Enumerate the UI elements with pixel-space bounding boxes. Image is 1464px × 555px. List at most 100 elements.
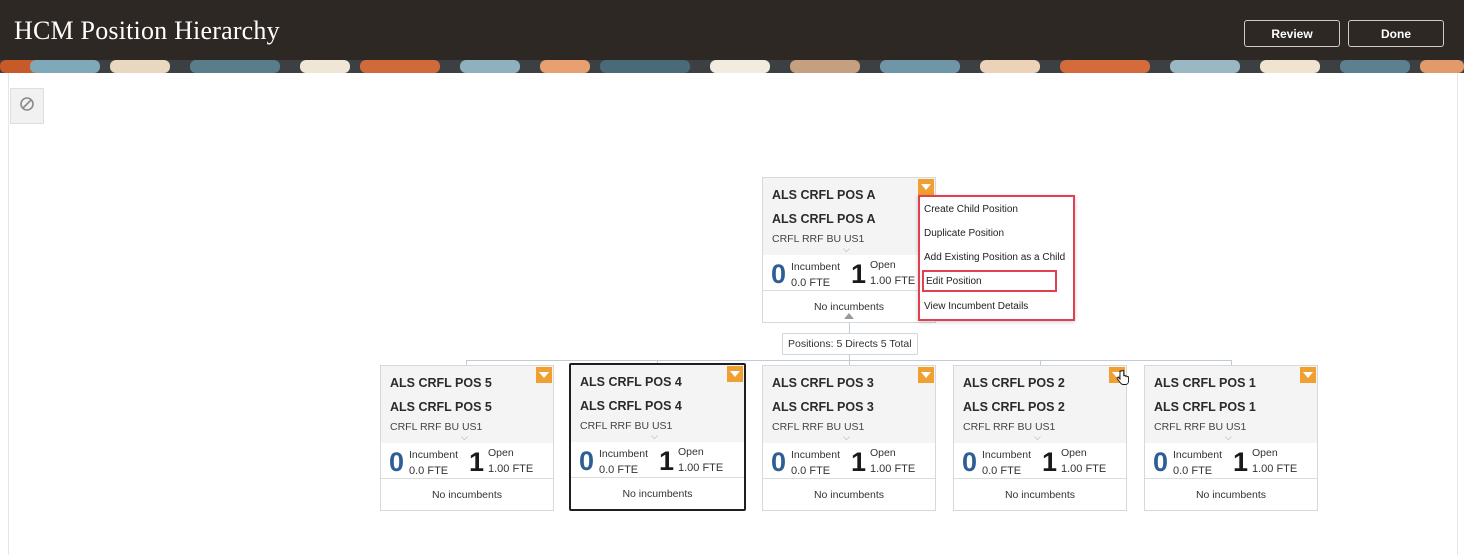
incumbents-footer[interactable]: No incumbents: [381, 478, 553, 510]
card-title: ALS CRFL POS A: [772, 188, 876, 202]
incumbent-label: Incumbent: [409, 449, 459, 461]
open-fte: 1.00 FTE: [488, 463, 534, 475]
open-fte: 1.00 FTE: [1061, 463, 1107, 475]
open-label: Open: [870, 259, 896, 271]
card-header-area: ALS CRFL POS A ALS CRFL POS A CRFL RRF B…: [763, 178, 935, 255]
child-position-card[interactable]: ALS CRFL POS 1 ALS CRFL POS 1 CRFL RRF B…: [1144, 365, 1318, 511]
chevron-down-icon[interactable]: ⌵: [1034, 432, 1041, 443]
incumbent-count: 0: [771, 447, 787, 477]
card-stats: 0 Incumbent 0.0 FTE 1 Open 1.00 FTE: [1145, 443, 1317, 480]
app-header: HCM Position Hierarchy Review Done: [0, 0, 1464, 73]
menu-item-add-existing-position[interactable]: Add Existing Position as a Child: [924, 252, 1065, 263]
card-title: ALS CRFL POS 5: [390, 376, 492, 390]
incumbent-label: Incumbent: [982, 449, 1032, 461]
incumbent-fte: 0.0 FTE: [791, 465, 831, 477]
positions-summary-badge[interactable]: Positions: 5 Directs 5 Total: [782, 333, 918, 355]
position-name: ALS CRFL POS 4: [580, 399, 682, 413]
open-label: Open: [1061, 447, 1087, 459]
open-fte: 1.00 FTE: [678, 462, 724, 474]
open-fte: 1.00 FTE: [870, 463, 916, 475]
card-header-area: ALS CRFL POS 3 ALS CRFL POS 3 CRFL RRF B…: [763, 366, 935, 443]
position-name: ALS CRFL POS 1: [1154, 400, 1256, 414]
page-title: HCM Position Hierarchy: [14, 16, 280, 45]
menu-item-edit-position[interactable]: Edit Position: [922, 270, 1057, 292]
business-unit: CRFL RRF BU US1: [772, 233, 865, 245]
incumbent-fte: 0.0 FTE: [982, 465, 1022, 477]
position-name: ALS CRFL POS 2: [963, 400, 1065, 414]
business-unit: CRFL RRF BU US1: [580, 420, 673, 432]
card-title: ALS CRFL POS 2: [963, 376, 1065, 390]
card-menu-button[interactable]: [536, 367, 552, 383]
card-header-area: ALS CRFL POS 1 ALS CRFL POS 1 CRFL RRF B…: [1145, 366, 1317, 443]
incumbents-footer[interactable]: No incumbents: [954, 478, 1126, 510]
business-unit: CRFL RRF BU US1: [963, 421, 1056, 433]
reset-view-button[interactable]: [10, 88, 44, 124]
incumbent-label: Incumbent: [791, 261, 841, 273]
business-unit: CRFL RRF BU US1: [1154, 421, 1247, 433]
open-count: 1: [659, 446, 675, 476]
incumbent-label: Incumbent: [791, 449, 841, 461]
incumbents-footer[interactable]: No incumbents: [571, 477, 744, 509]
child-position-card[interactable]: ALS CRFL POS 3 ALS CRFL POS 3 CRFL RRF B…: [762, 365, 936, 511]
card-title: ALS CRFL POS 4: [580, 375, 682, 389]
card-title: ALS CRFL POS 1: [1154, 376, 1256, 390]
menu-item-duplicate-position[interactable]: Duplicate Position: [924, 228, 1004, 239]
collapse-caret-icon[interactable]: [844, 313, 854, 319]
business-unit: CRFL RRF BU US1: [772, 421, 865, 433]
menu-item-create-child-position[interactable]: Create Child Position: [924, 204, 1018, 215]
chevron-down-icon[interactable]: ⌵: [1225, 432, 1232, 443]
incumbent-count: 0: [1153, 447, 1169, 477]
child-position-card[interactable]: ALS CRFL POS 2 ALS CRFL POS 2 CRFL RRF B…: [953, 365, 1127, 511]
child-position-card[interactable]: ALS CRFL POS 5 ALS CRFL POS 5 CRFL RRF B…: [380, 365, 554, 511]
menu-item-view-incumbent-details[interactable]: View Incumbent Details: [924, 301, 1028, 312]
incumbent-count: 0: [579, 446, 595, 476]
card-header-area: ALS CRFL POS 4 ALS CRFL POS 4 CRFL RRF B…: [571, 365, 744, 442]
open-fte: 1.00 FTE: [1252, 463, 1298, 475]
position-name: ALS CRFL POS A: [772, 212, 876, 226]
done-button[interactable]: Done: [1348, 20, 1444, 47]
open-label: Open: [1252, 447, 1278, 459]
card-menu-button[interactable]: [1300, 367, 1316, 383]
card-stats: 0 Incumbent 0.0 FTE 1 Open 1.00 FTE: [954, 443, 1126, 480]
chevron-down-icon[interactable]: ⌵: [461, 432, 468, 443]
review-button[interactable]: Review: [1244, 20, 1340, 47]
card-stats: 0 Incumbent 0.0 FTE 1 Open 1.00 FTE: [571, 442, 744, 479]
card-header-area: ALS CRFL POS 2 ALS CRFL POS 2 CRFL RRF B…: [954, 366, 1126, 443]
position-name: ALS CRFL POS 5: [390, 400, 492, 414]
header-decorative-band: [0, 60, 1464, 73]
card-menu-button[interactable]: [727, 366, 743, 382]
open-count: 1: [469, 447, 485, 477]
incumbent-count: 0: [771, 259, 787, 289]
chevron-down-icon[interactable]: ⌵: [843, 432, 850, 443]
card-stats: 0 Incumbent 0.0 FTE 1 Open 1.00 FTE: [763, 255, 935, 292]
card-header-area: ALS CRFL POS 5 ALS CRFL POS 5 CRFL RRF B…: [381, 366, 553, 443]
child-position-card-selected[interactable]: ALS CRFL POS 4 ALS CRFL POS 4 CRFL RRF B…: [569, 363, 746, 511]
no-entry-icon: [19, 96, 35, 117]
position-name: ALS CRFL POS 3: [772, 400, 874, 414]
card-stats: 0 Incumbent 0.0 FTE 1 Open 1.00 FTE: [763, 443, 935, 480]
connector-root-down: [849, 323, 850, 333]
card-menu-button[interactable]: [918, 179, 934, 195]
chevron-down-icon[interactable]: ⌵: [651, 431, 658, 442]
open-count: 1: [851, 447, 867, 477]
incumbents-footer[interactable]: No incumbents: [1145, 478, 1317, 510]
open-label: Open: [678, 446, 704, 458]
incumbent-label: Incumbent: [599, 448, 649, 460]
incumbent-fte: 0.0 FTE: [1173, 465, 1213, 477]
open-fte: 1.00 FTE: [870, 275, 916, 287]
chevron-down-icon[interactable]: ⌵: [843, 244, 850, 255]
incumbent-count: 0: [962, 447, 978, 477]
incumbent-fte: 0.0 FTE: [599, 464, 639, 476]
open-count: 1: [851, 259, 867, 289]
root-position-card[interactable]: ALS CRFL POS A ALS CRFL POS A CRFL RRF B…: [762, 177, 936, 323]
incumbents-footer[interactable]: No incumbents: [763, 478, 935, 510]
business-unit: CRFL RRF BU US1: [390, 421, 483, 433]
open-count: 1: [1042, 447, 1058, 477]
incumbent-label: Incumbent: [1173, 449, 1223, 461]
card-menu-button[interactable]: [918, 367, 934, 383]
card-stats: 0 Incumbent 0.0 FTE 1 Open 1.00 FTE: [381, 443, 553, 480]
open-label: Open: [870, 447, 896, 459]
open-count: 1: [1233, 447, 1249, 477]
incumbent-fte: 0.0 FTE: [791, 277, 831, 289]
incumbent-count: 0: [389, 447, 405, 477]
